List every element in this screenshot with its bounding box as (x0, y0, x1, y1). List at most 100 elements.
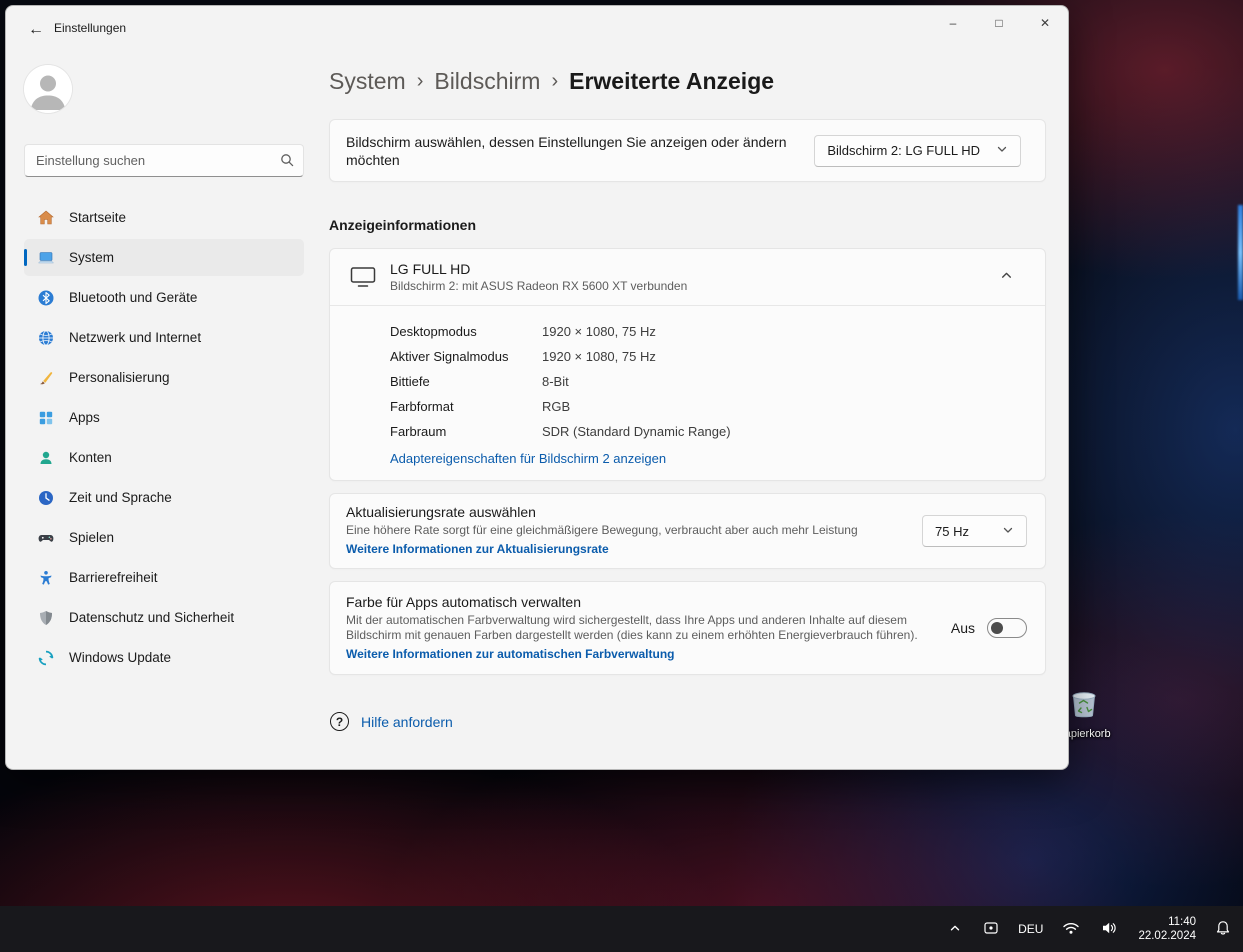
time-language-icon (37, 489, 55, 507)
sidebar-item-bluetooth[interactable]: Bluetooth und Geräte (24, 279, 304, 316)
settings-window: ← Einstellungen – □ ✕ Einstellung suchen… (5, 5, 1069, 770)
info-row-signalmodus: Aktiver Signalmodus 1920 × 1080, 75 Hz (390, 344, 1045, 369)
sidebar-item-barrierefreiheit[interactable]: Barrierefreiheit (24, 559, 304, 596)
tray-app-icon (983, 920, 999, 939)
sidebar-item-label: Windows Update (69, 650, 172, 665)
display-select-dropdown[interactable]: Bildschirm 2: LG FULL HD (814, 134, 1021, 167)
sidebar-item-label: Datenschutz und Sicherheit (69, 610, 235, 625)
toggle-state-label: Aus (950, 620, 975, 636)
home-icon (37, 209, 55, 227)
bluetooth-icon (37, 289, 55, 307)
recycle-bin-icon (1067, 686, 1101, 725)
clock[interactable]: 11:40 22.02.2024 (1138, 915, 1196, 943)
apps-icon (37, 409, 55, 427)
breadcrumb: System › Bildschirm › Erweiterte Anzeige (329, 64, 1046, 98)
sidebar: Startseite System Bluetooth und Geräte (6, 54, 324, 769)
row-label: Bittiefe (390, 374, 430, 389)
breadcrumb-separator: › (551, 70, 559, 92)
row-value: 1920 × 1080, 75 Hz (542, 324, 656, 339)
sidebar-item-apps[interactable]: Apps (24, 399, 304, 436)
sidebar-item-konten[interactable]: Konten (24, 439, 304, 476)
color-management-info-link[interactable]: Weitere Informationen zur automatischen … (346, 647, 675, 661)
volume-button[interactable] (1097, 917, 1121, 942)
sidebar-item-spielen[interactable]: Spielen (24, 519, 304, 556)
wifi-icon (1062, 921, 1080, 938)
sidebar-item-netzwerk[interactable]: Netzwerk und Internet (24, 319, 304, 356)
sidebar-item-label: Startseite (69, 210, 127, 225)
color-management-toggle[interactable] (987, 618, 1027, 638)
info-row-bittiefe: Bittiefe 8-Bit (390, 369, 1045, 394)
monitor-subtitle: Bildschirm 2: mit ASUS Radeon RX 5600 XT… (390, 279, 688, 293)
gaming-icon (37, 529, 55, 547)
display-info-card: LG FULL HD Bildschirm 2: mit ASUS Radeon… (329, 248, 1046, 481)
display-info-header[interactable]: LG FULL HD Bildschirm 2: mit ASUS Radeon… (330, 249, 1045, 305)
show-hidden-icons-button[interactable] (944, 917, 966, 942)
breadcrumb-system[interactable]: System (329, 68, 406, 95)
sidebar-item-label: Netzwerk und Internet (69, 330, 202, 345)
maximize-button[interactable]: □ (976, 6, 1022, 40)
system-tray: DEU 11:40 22.02.2024 (944, 915, 1243, 943)
refresh-rate-dropdown[interactable]: 75 Hz (922, 515, 1027, 547)
adapter-properties-link[interactable]: Adaptereigenschaften für Bildschirm 2 an… (390, 451, 666, 466)
collapse-button[interactable] (991, 262, 1021, 292)
sidebar-item-startseite[interactable]: Startseite (24, 199, 304, 236)
accessibility-icon (37, 569, 55, 587)
tray-app-button[interactable] (979, 916, 1003, 943)
row-value: 8-Bit (542, 374, 569, 389)
search-input[interactable] (24, 144, 304, 177)
display-select-value: Bildschirm 2: LG FULL HD (827, 143, 980, 158)
bell-icon (1215, 920, 1231, 939)
refresh-rate-info-link[interactable]: Weitere Informationen zur Aktualisierung… (346, 542, 609, 556)
update-icon (37, 649, 55, 667)
get-help-link[interactable]: Hilfe anfordern (361, 714, 453, 730)
info-row-farbformat: Farbformat RGB (390, 394, 1045, 419)
sidebar-item-system[interactable]: System (24, 239, 304, 276)
sidebar-item-label: Barrierefreiheit (69, 570, 158, 585)
display-select-label: Bildschirm auswählen, dessen Einstellung… (346, 133, 787, 168)
sidebar-item-zeit-sprache[interactable]: Zeit und Sprache (24, 479, 304, 516)
color-management-card: Farbe für Apps automatisch verwalten Mit… (329, 581, 1046, 675)
window-title: Einstellungen (54, 21, 127, 35)
main-content: System › Bildschirm › Erweiterte Anzeige… (329, 54, 1046, 769)
search-icon (280, 153, 294, 172)
sidebar-item-personalisierung[interactable]: Personalisierung (24, 359, 304, 396)
display-select-card: Bildschirm auswählen, dessen Einstellung… (329, 119, 1046, 182)
page-title: Erweiterte Anzeige (569, 67, 775, 94)
section-title-anzeigeinformationen: Anzeigeinformationen (329, 217, 477, 233)
refresh-rate-title: Aktualisierungsrate auswählen (346, 504, 536, 520)
info-row-farbraum: Farbraum SDR (Standard Dynamic Range) (390, 419, 1045, 444)
row-value: SDR (Standard Dynamic Range) (542, 424, 731, 439)
color-management-description: Mit der automatischen Farbverwaltung wir… (346, 612, 918, 642)
desktop: Papierkorb ← Einstellungen – □ ✕ Einstel… (0, 0, 1243, 952)
row-value: 1920 × 1080, 75 Hz (542, 349, 656, 364)
chevron-up-icon (1000, 269, 1013, 285)
help-row: ? Hilfe anfordern (329, 712, 1046, 731)
monitor-icon (350, 266, 376, 288)
chevron-down-icon (1002, 524, 1014, 539)
info-row-desktopmodus: Desktopmodus 1920 × 1080, 75 Hz (390, 319, 1045, 344)
sidebar-item-label: Spielen (69, 530, 115, 545)
row-label: Desktopmodus (390, 324, 477, 339)
privacy-shield-icon (37, 609, 55, 627)
sidebar-item-label: Zeit und Sprache (69, 490, 172, 505)
close-button[interactable]: ✕ (1022, 6, 1068, 40)
display-info-rows: Desktopmodus 1920 × 1080, 75 Hz Aktiver … (330, 306, 1045, 444)
sidebar-item-label: Konten (69, 450, 112, 465)
refresh-rate-card: Aktualisierungsrate auswählen Eine höher… (329, 493, 1046, 569)
refresh-rate-description: Eine höhere Rate sorgt für eine gleichmä… (346, 523, 858, 537)
volume-icon (1101, 921, 1117, 938)
back-button[interactable]: ← (20, 15, 52, 45)
sidebar-item-windows-update[interactable]: Windows Update (24, 639, 304, 676)
minimize-button[interactable]: – (930, 6, 976, 40)
notifications-button[interactable] (1211, 916, 1235, 943)
chevron-down-icon (996, 143, 1008, 158)
sidebar-item-datenschutz[interactable]: Datenschutz und Sicherheit (24, 599, 304, 636)
help-icon: ? (330, 712, 349, 731)
accounts-icon (37, 449, 55, 467)
breadcrumb-bildschirm[interactable]: Bildschirm (434, 68, 540, 95)
avatar[interactable] (24, 65, 72, 113)
language-indicator[interactable]: DEU (1016, 918, 1045, 940)
row-label: Aktiver Signalmodus (390, 349, 509, 364)
system-icon (37, 249, 55, 267)
wifi-button[interactable] (1058, 917, 1084, 942)
